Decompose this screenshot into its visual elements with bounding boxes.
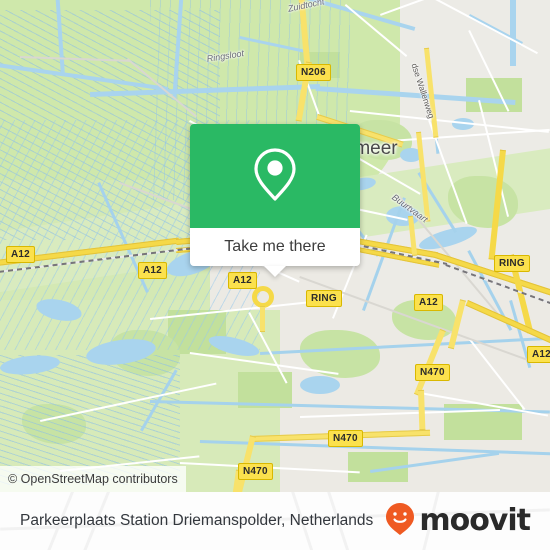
route-shield[interactable]: A12 (6, 246, 35, 263)
route-shield[interactable]: N470 (415, 364, 450, 381)
take-me-there-label: Take me there (224, 238, 326, 255)
route-shield[interactable]: RING (306, 290, 342, 307)
route-shield[interactable]: N206 (296, 64, 331, 81)
map-canvas[interactable]: rmeer Zuidtocht Ringsloot dse Wallenweg … (0, 0, 550, 492)
route-shield[interactable]: A12 (138, 262, 167, 279)
route-shield[interactable]: N470 (238, 463, 273, 480)
route-shield[interactable]: A12 (527, 346, 550, 363)
location-pin-icon (252, 146, 298, 207)
moovit-pin-icon (385, 502, 415, 541)
screenshot-root: rmeer Zuidtocht Ringsloot dse Wallenweg … (0, 0, 550, 550)
take-me-there-button[interactable]: Take me there (190, 228, 360, 266)
route-shield[interactable]: A12 (228, 272, 257, 289)
moovit-logo[interactable]: moovit (385, 502, 531, 541)
take-me-there-card[interactable]: Take me there (190, 124, 360, 277)
route-shield[interactable]: RING (494, 255, 530, 272)
route-shield[interactable]: N470 (328, 430, 363, 447)
map-attribution[interactable]: © OpenStreetMap contributors (0, 466, 186, 492)
footer-bar: Parkeerplaats Station Driemanspolder, Ne… (0, 492, 550, 550)
route-shield[interactable]: A12 (414, 294, 443, 311)
card-pointer-tail (264, 266, 286, 277)
place-title: Parkeerplaats Station Driemanspolder, Ne… (20, 512, 374, 529)
osm-attribution-text: © OpenStreetMap contributors (8, 472, 178, 486)
moovit-wordmark: moovit (419, 503, 531, 538)
card-icon-area (190, 124, 360, 228)
